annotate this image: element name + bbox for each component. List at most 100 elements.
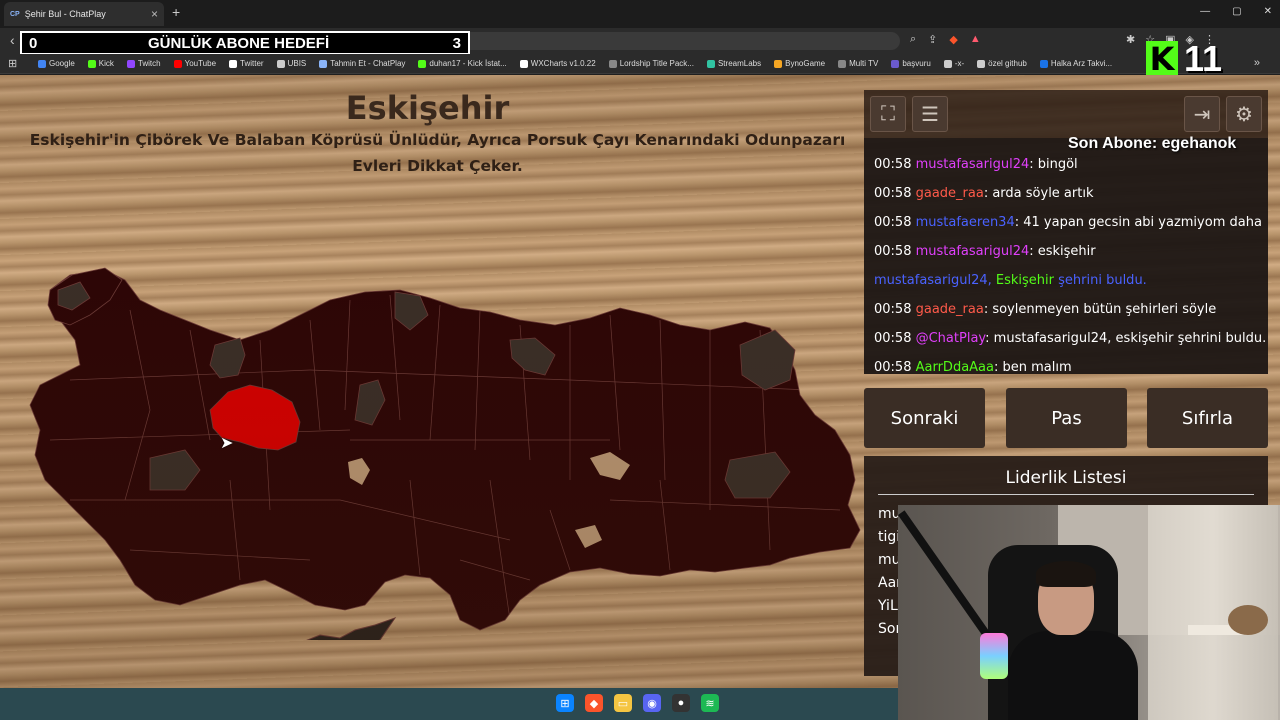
bookmark-favicon-icon [891, 59, 900, 68]
chat-message: 00:58 gaade_raa: arda söyle artık [874, 179, 1258, 208]
microphone [980, 633, 1008, 679]
bookmark-item[interactable]: UBIS [276, 59, 307, 68]
next-button[interactable]: Sonraki [864, 388, 985, 448]
zoom-icon[interactable]: ⌕ [910, 33, 916, 46]
windows-start-icon[interactable]: ⊞ [556, 694, 574, 712]
subscriber-goal-overlay: 0 GÜNLÜK ABONE HEDEFİ 3 [20, 31, 470, 55]
leaderboard-title: Liderlik Listesi [878, 468, 1254, 495]
bookmark-label: Halka Arz Takvi... [1050, 59, 1113, 68]
brave-shield-icon[interactable]: ◆ [949, 33, 957, 46]
notes-icon[interactable]: ☰ [912, 96, 948, 132]
chat-username[interactable]: gaade_raa [916, 302, 984, 317]
fullscreen-icon[interactable]: ⛶ [870, 96, 906, 132]
chat-username[interactable]: mustafasarigul24 [916, 244, 1030, 259]
chat-message: 00:58 @ChatPlay: mustafasarigul24, eskiş… [874, 324, 1266, 353]
bookmark-item[interactable]: Halka Arz Takvi... [1039, 59, 1113, 68]
chat-text: : ben malım [993, 360, 1072, 374]
streamer [1008, 561, 1138, 720]
more-bookmarks-icon[interactable]: » [1254, 57, 1260, 69]
chat-text: : eskişehir [1029, 244, 1096, 259]
chat-username[interactable]: gaade_raa [916, 186, 984, 201]
cyprus-shape[interactable] [292, 617, 397, 640]
bookmark-label: -x- [954, 59, 965, 68]
mainland-shape[interactable] [29, 269, 861, 631]
pass-button[interactable]: Pas [1006, 388, 1127, 448]
bookmark-label: Twitch [137, 59, 161, 68]
chat-time: 00:58 [874, 157, 916, 172]
chat-username[interactable]: mustafasarigul24 [916, 157, 1030, 172]
reset-button[interactable]: Sıfırla [1147, 388, 1268, 448]
close-window-icon[interactable]: ✕ [1264, 6, 1272, 17]
bookmark-favicon-icon [319, 59, 328, 68]
last-subscriber: Son Abone: egehanok [1068, 135, 1237, 152]
bookmark-item[interactable]: özel github [977, 59, 1027, 68]
chat-text: : mustafasarigul24, eskişehir şehrini bu… [985, 331, 1267, 346]
minimize-icon[interactable]: — [1200, 6, 1210, 17]
bookmark-item[interactable]: StreamLabs [706, 59, 762, 68]
bookmark-label: başvuru [902, 59, 931, 68]
chat-text: : 41 yapan gecsin abi yazmiyom daha [1014, 215, 1262, 230]
bookmark-label: StreamLabs [717, 59, 762, 68]
bookmark-favicon-icon [276, 59, 285, 68]
chat-username[interactable]: AarrDdaAaa [916, 360, 994, 374]
bookmark-favicon-icon [977, 59, 986, 68]
maximize-icon[interactable]: ▢ [1232, 6, 1241, 17]
leaderboard-row: YiL [878, 598, 898, 614]
bookmark-item[interactable]: BynoGame [774, 59, 825, 68]
bookmark-item[interactable]: Kick [87, 59, 114, 68]
brave-rewards-icon[interactable]: ▲ [970, 33, 981, 46]
window-controls: — ▢ ✕ [1200, 6, 1272, 17]
bookmark-item[interactable]: Lordship Title Pack... [608, 59, 694, 68]
chat-text: : arda söyle artık [983, 186, 1094, 201]
tab-title: Şehir Bul - ChatPlay [24, 9, 106, 19]
chat-text: : soylenmeyen bütün şehirleri söyle [983, 302, 1217, 317]
extensions-icon[interactable]: ✱ [1126, 33, 1135, 46]
discord-icon[interactable]: ◉ [643, 694, 661, 712]
bookmark-item[interactable]: YouTube [173, 59, 217, 68]
bookmark-label: Google [49, 59, 75, 68]
obs-icon[interactable]: ● [672, 694, 690, 712]
chat-time: 00:58 [874, 302, 916, 317]
turkey-provinces[interactable] [29, 267, 861, 631]
spotify-icon[interactable]: ≋ [701, 694, 719, 712]
bookmark-favicon-icon [519, 59, 528, 68]
chat-username[interactable]: @ChatPlay [916, 331, 986, 346]
turkey-map[interactable] [10, 180, 870, 640]
settings-gear-icon[interactable]: ⚙ [1226, 96, 1262, 132]
bookmark-favicon-icon [774, 59, 783, 68]
bookmark-favicon-icon [838, 59, 847, 68]
bookmark-item[interactable]: Twitch [126, 59, 161, 68]
chat-time: 00:58 [874, 186, 916, 201]
windows-taskbar: ⊞ ◆ ▭ ◉ ● ≋ [0, 688, 898, 720]
apps-grid-icon[interactable]: ⊞ [8, 57, 17, 70]
goal-target: 3 [452, 35, 461, 52]
chat-time: 00:58 [874, 331, 916, 346]
chat-username[interactable]: mustafasarigul24, [874, 273, 992, 288]
bookmark-item[interactable]: başvuru [891, 59, 931, 68]
file-explorer-icon[interactable]: ▭ [614, 694, 632, 712]
brave-browser-icon[interactable]: ◆ [585, 694, 603, 712]
city-title: Eskişehir [345, 89, 510, 127]
bookmark-item[interactable]: Google [38, 59, 75, 68]
bookmark-item[interactable]: Multi TV [838, 59, 878, 68]
chat-username[interactable]: mustafaeren34 [916, 215, 1015, 230]
bookmark-item[interactable]: WXCharts v1.0.22 [519, 59, 596, 68]
share-icon[interactable]: ⇪ [928, 33, 937, 46]
back-icon[interactable]: ‹ [10, 32, 15, 48]
bookmark-item[interactable]: Tahmin Et - ChatPlay [319, 59, 405, 68]
browser-tab[interactable]: CP Şehir Bul - ChatPlay × [4, 2, 164, 26]
bookmark-item[interactable]: duhan17 - Kick İstat... [418, 59, 507, 68]
exit-icon[interactable]: ⇥ [1184, 96, 1220, 132]
panel-icon-bar: ⛶ ☰ ⇥ ⚙ [864, 90, 1268, 138]
chat-log[interactable]: 00:58 mustafasarigul24: bingöl 00:58 gaad… [864, 138, 1268, 374]
new-tab-icon[interactable]: + [172, 4, 180, 20]
bookmark-label: YouTube [184, 59, 217, 68]
bookmark-item[interactable]: Twitter [229, 59, 264, 68]
cam-plant [1228, 605, 1268, 635]
close-tab-icon[interactable]: × [151, 7, 158, 21]
chat-text: Eskişehir şehrini buldu. [995, 273, 1147, 288]
bookmark-label: Kick [98, 59, 114, 68]
bookmark-item[interactable]: -x- [943, 59, 965, 68]
bookmark-label: UBIS [287, 59, 307, 68]
chat-time: 00:58 [874, 360, 916, 374]
